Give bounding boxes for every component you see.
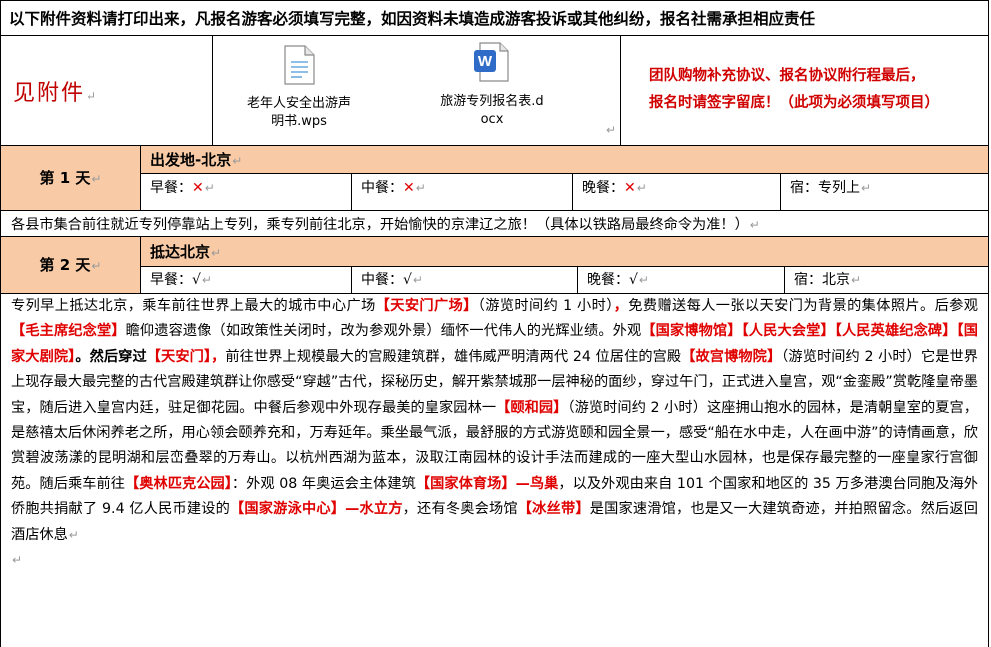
file-name-line2: 明书.wps bbox=[271, 114, 327, 129]
breakfast-status: √ bbox=[192, 272, 201, 288]
breakfast-cell: 早餐：✕↵ bbox=[141, 174, 352, 210]
highlight-olympic-park: 【奥林匹克公园】 bbox=[125, 475, 232, 492]
highlight-summer-palace: 【颐和园】 bbox=[496, 399, 568, 416]
dinner-cell: 晚餐：✕↵ bbox=[573, 174, 781, 210]
lodging-cell: 宿：北京↵ bbox=[794, 272, 862, 288]
day-1-meals: 早餐：✕↵ 中餐：✕↵ 晚餐：✕↵ 宿：专列上↵ bbox=[141, 174, 988, 210]
day-2-label: 第 2 天↵ bbox=[1, 237, 141, 293]
highlight-palace-museum: 【故宫博物院】 bbox=[681, 348, 782, 365]
highlight-mausoleum: 【毛主席纪念堂】 bbox=[11, 323, 126, 340]
dinner-cell: 晚餐：√↵ bbox=[578, 267, 785, 293]
see-attachment-label: 见附件↵ bbox=[13, 81, 99, 106]
breakfast-cell: 早餐：√↵ bbox=[141, 267, 352, 293]
day-1-title: 出发地-北京↵ bbox=[141, 146, 988, 174]
lodging-value: 北京 bbox=[822, 272, 850, 288]
see-attachment-cell: 见附件↵ bbox=[1, 35, 213, 145]
day-2-title: 抵达北京↵ bbox=[141, 237, 988, 267]
day-1-label: 第 1 天↵ bbox=[1, 146, 141, 210]
day-2-meals: 早餐：√↵ 中餐：√↵ 晚餐：√↵ 宿：北京↵ bbox=[141, 267, 988, 293]
day-2-itinerary: 专列早上抵达北京，乘车前往世界上最大的城市中心广场【天安门广场】（游览时间约 1… bbox=[0, 293, 989, 647]
notice-banner: 以下附件资料请打印出来，凡报名游客必须填写完整，如因资料未填造成游客投诉或其他纠… bbox=[0, 0, 989, 36]
document-icon bbox=[284, 45, 315, 85]
notice-text: 以下附件资料请打印出来，凡报名游客必须填写完整，如因资料未填造成游客投诉或其他纠… bbox=[9, 10, 816, 28]
lodging-cell: 宿：专列上↵ bbox=[790, 180, 872, 196]
lunch-cell: 中餐：✕↵ bbox=[352, 174, 573, 210]
breakfast-status: ✕ bbox=[192, 180, 204, 196]
dinner-status: ✕ bbox=[624, 180, 636, 196]
day-2-header: 第 2 天↵ 抵达北京↵ 早餐：√↵ 中餐：√↵ 晚餐：√↵ 宿：北京↵ bbox=[0, 236, 989, 294]
highlight-water-cube: 【国家游泳中心】—水立方 bbox=[230, 501, 403, 518]
paragraph-mark: ↵ bbox=[12, 553, 23, 568]
highlight-tiananmen-square: 【天安门广场】 bbox=[375, 298, 478, 314]
highlight-birds-nest: 【国家体育场】—鸟巢 bbox=[415, 475, 559, 492]
lodging-value: 专列上 bbox=[818, 180, 860, 196]
attachment-file-registration-form[interactable]: W 旅游专列报名表.d ocx bbox=[409, 41, 575, 129]
attachments-row: 见附件↵ 老年人安全出游声 明书.wps W 旅游专列报名表.d ocx ↵ 团… bbox=[0, 35, 989, 146]
highlight-ice-ribbon: 【冰丝带】 bbox=[517, 501, 590, 518]
lunch-status: ✕ bbox=[403, 180, 415, 196]
paragraph-mark: ↵ bbox=[606, 123, 617, 137]
dinner-status: √ bbox=[629, 272, 638, 288]
highlight-tiananmen: 【天安门】， bbox=[146, 348, 226, 365]
attached-files-cell: 老年人安全出游声 明书.wps W 旅游专列报名表.d ocx ↵ bbox=[213, 35, 621, 145]
lunch-cell: 中餐：√↵ bbox=[352, 267, 578, 293]
svg-text:W: W bbox=[478, 53, 493, 70]
signature-note: 团队购物补充协议、报名协议附行程最后， 报名时请签字留底！（此项为必须填写项目） bbox=[649, 68, 939, 111]
signature-note-cell: 团队购物补充协议、报名协议附行程最后， 报名时请签字留底！（此项为必须填写项目） bbox=[621, 35, 988, 145]
word-doc-icon: W bbox=[474, 42, 509, 82]
day-1-header: 第 1 天↵ 出发地-北京↵ 早餐：✕↵ 中餐：✕↵ 晚餐：✕↵ 宿：专列上↵ bbox=[0, 145, 989, 211]
file-name-line1: 旅游专列报名表.d bbox=[440, 94, 544, 109]
attachment-file-safety-statement[interactable]: 老年人安全出游声 明书.wps bbox=[227, 45, 371, 131]
lunch-status: √ bbox=[403, 272, 412, 288]
file-name-line2: ocx bbox=[480, 112, 504, 127]
file-name-line1: 老年人安全出游声 bbox=[246, 96, 351, 111]
